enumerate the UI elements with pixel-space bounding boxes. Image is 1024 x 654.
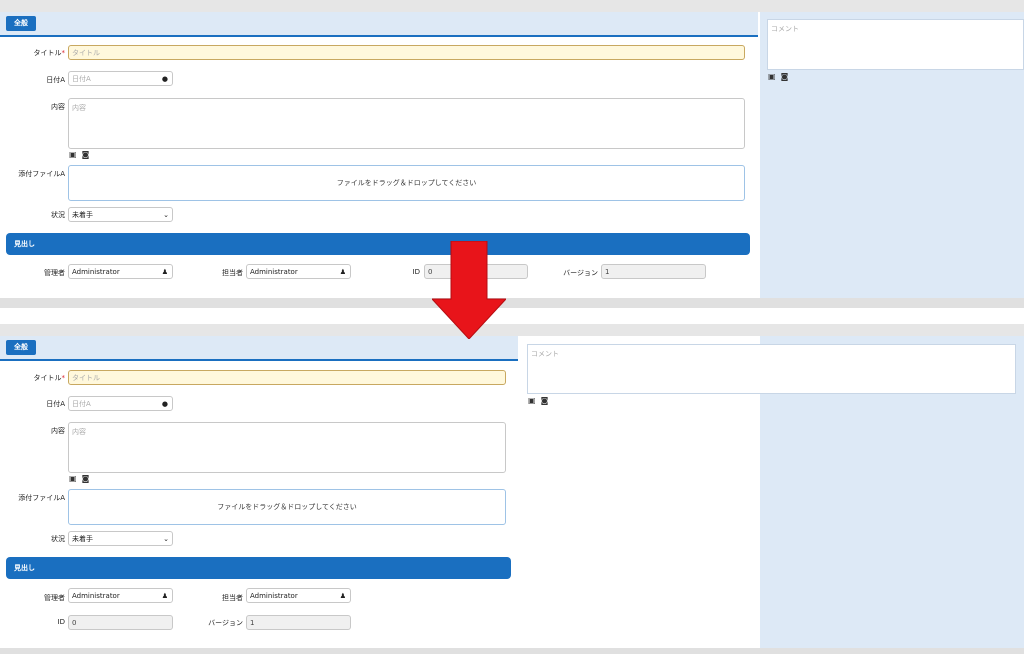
manager-label: 管理者 — [44, 594, 65, 602]
date-input[interactable]: 日付A ● — [68, 71, 173, 86]
title-input[interactable]: タイトル — [68, 45, 745, 60]
before-panel: 全般 コメント ▣ ◙ タイトル* タイトル 日付A 日付A ● 内容 内容 ▣ ◙… — [0, 0, 1024, 306]
version-field[interactable]: 1 — [601, 264, 706, 279]
camera-icon[interactable]: ◙ — [541, 396, 549, 405]
user-icon[interactable]: ♟ — [340, 589, 346, 603]
date-label: 日付A — [46, 76, 65, 84]
camera-icon[interactable]: ◙ — [82, 474, 90, 483]
manager-label: 管理者 — [44, 269, 65, 277]
id-field[interactable]: 0 — [68, 615, 173, 630]
panel-divider — [0, 298, 1024, 308]
content-label: 内容 — [51, 427, 65, 435]
user-icon[interactable]: ♟ — [340, 265, 346, 279]
tab-general[interactable]: 全般 — [6, 340, 36, 355]
manager-field[interactable]: Administrator ♟ — [68, 264, 173, 279]
chevron-down-icon: ⌄ — [163, 535, 169, 543]
camera-icon[interactable]: ◙ — [82, 150, 90, 159]
camera-icon[interactable]: ◙ — [781, 72, 789, 81]
bottom-edge — [0, 648, 1024, 654]
comment-tools: ▣ ◙ — [768, 72, 793, 81]
assignee-field[interactable]: Administrator ♟ — [246, 588, 351, 603]
content-tools: ▣ ◙ — [69, 474, 94, 483]
chevron-down-icon: ⌄ — [163, 211, 169, 219]
user-icon[interactable]: ♟ — [162, 265, 168, 279]
down-arrow — [432, 241, 506, 339]
assignee-field[interactable]: Administrator ♟ — [246, 264, 351, 279]
content-textarea[interactable]: 内容 — [68, 422, 506, 473]
image-icon[interactable]: ▣ — [768, 72, 776, 81]
title-input[interactable]: タイトル — [68, 370, 506, 385]
image-icon[interactable]: ▣ — [69, 474, 77, 483]
assignee-label: 担当者 — [222, 269, 243, 277]
tab-general[interactable]: 全般 — [6, 16, 36, 31]
down-arrow-shape — [432, 241, 506, 339]
after-panel: 全般 コメント ▣ ◙ タイトル* タイトル 日付A 日付A ● 内容 内容 ▣ ◙… — [0, 324, 1024, 654]
status-label: 状況 — [51, 535, 65, 543]
id-label: ID — [412, 268, 420, 276]
status-label: 状況 — [51, 211, 65, 219]
comment-input[interactable]: コメント — [767, 19, 1024, 70]
section-heading: 見出し — [6, 557, 511, 579]
version-label: バージョン — [563, 269, 598, 277]
comment-input[interactable]: コメント — [527, 344, 1016, 394]
section-heading: 見出し — [6, 233, 750, 255]
tab-strip: 全般 — [0, 12, 758, 37]
manager-field[interactable]: Administrator ♟ — [68, 588, 173, 603]
version-field[interactable]: 1 — [246, 615, 351, 630]
attach-dropzone[interactable]: ファイルをドラッグ＆ドロップしてください — [68, 165, 745, 201]
image-icon[interactable]: ▣ — [528, 396, 536, 405]
attach-label: 添付ファイルA — [18, 494, 65, 502]
id-label: ID — [57, 618, 65, 626]
content-label: 内容 — [51, 103, 65, 111]
top-edge — [0, 0, 1024, 12]
image-icon[interactable]: ▣ — [69, 150, 77, 159]
date-input[interactable]: 日付A ● — [68, 396, 173, 411]
status-select[interactable]: 未着手 ⌄ — [68, 207, 173, 222]
status-select[interactable]: 未着手 ⌄ — [68, 531, 173, 546]
comment-tools: ▣ ◙ — [528, 396, 553, 405]
attach-dropzone[interactable]: ファイルをドラッグ＆ドロップしてください — [68, 489, 506, 525]
user-icon[interactable]: ♟ — [162, 589, 168, 603]
clock-icon[interactable]: ● — [162, 72, 168, 86]
title-label: タイトル* — [33, 374, 66, 382]
date-label: 日付A — [46, 400, 65, 408]
right-sidebar: コメント ▣ ◙ — [760, 12, 1024, 300]
content-textarea[interactable]: 内容 — [68, 98, 745, 149]
version-label: バージョン — [208, 619, 243, 627]
top-edge — [0, 324, 1024, 336]
assignee-label: 担当者 — [222, 594, 243, 602]
tab-strip: 全般 — [0, 336, 518, 361]
clock-icon[interactable]: ● — [162, 397, 168, 411]
attach-label: 添付ファイルA — [18, 170, 65, 178]
title-label: タイトル* — [33, 49, 66, 57]
content-tools: ▣ ◙ — [69, 150, 94, 159]
